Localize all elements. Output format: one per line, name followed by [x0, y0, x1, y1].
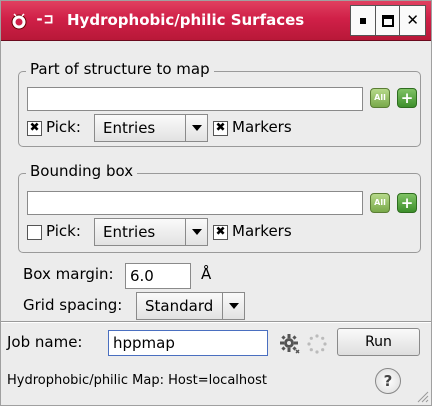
bbox-combo-value: Entries — [103, 223, 156, 241]
window-title: Hydrophobic/philic Surfaces — [67, 11, 305, 29]
gear-icon[interactable] — [279, 333, 301, 355]
structure-group-legend: Part of structure to map — [26, 60, 214, 78]
bbox-all-button[interactable]: All — [370, 193, 390, 213]
grid-spacing-value: Standard — [145, 297, 214, 315]
grid-spacing-combo[interactable]: Standard — [136, 292, 245, 320]
chevron-down-icon — [185, 219, 207, 245]
bounding-box-asl-field[interactable] — [27, 191, 363, 215]
chevron-down-icon — [185, 115, 207, 141]
resize-grip-icon[interactable] — [415, 389, 429, 403]
box-margin-label: Box margin: — [23, 265, 114, 283]
run-button[interactable]: Run — [337, 328, 420, 356]
help-icon: ? — [383, 372, 393, 390]
bbox-pick-checkbox[interactable] — [27, 225, 42, 240]
maximize-button[interactable] — [375, 6, 401, 35]
structure-pick-combo[interactable]: Entries — [94, 114, 208, 142]
structure-pick-label: Pick: — [46, 118, 81, 136]
job-name-label: Job name: — [7, 333, 83, 351]
chevron-down-icon — [222, 293, 244, 319]
hydrophobic-surfaces-window: -⊐ Hydrophobic/philic Surfaces ✕ Part of… — [0, 0, 432, 406]
minimize-button[interactable] — [351, 6, 376, 35]
pin-icon[interactable]: -⊐ — [35, 10, 53, 28]
bbox-markers-label: Markers — [232, 222, 292, 240]
angstrom-unit-label: Å — [201, 265, 212, 283]
spinner-icon — [307, 334, 327, 354]
structure-markers-label: Markers — [232, 118, 292, 136]
title-bar[interactable]: -⊐ Hydrophobic/philic Surfaces ✕ — [1, 1, 431, 41]
structure-markers-checkbox[interactable] — [213, 121, 228, 136]
close-icon: ✕ — [406, 11, 419, 29]
window-controls: ✕ — [350, 5, 426, 36]
box-margin-field[interactable] — [125, 263, 191, 289]
plus-icon: + — [400, 89, 414, 107]
maximize-icon — [381, 14, 394, 27]
app-icon[interactable] — [10, 12, 28, 30]
structure-asl-field[interactable] — [27, 87, 363, 111]
bounding-box-legend: Bounding box — [26, 162, 138, 180]
minimize-icon — [359, 17, 366, 24]
structure-combo-value: Entries — [103, 119, 156, 137]
bbox-pick-combo[interactable]: Entries — [94, 218, 208, 246]
bbox-pick-label: Pick: — [46, 222, 81, 240]
bbox-add-button[interactable]: + — [397, 193, 417, 213]
structure-pick-checkbox[interactable] — [27, 121, 42, 136]
divider-highlight — [1, 322, 431, 323]
close-button[interactable]: ✕ — [400, 6, 425, 35]
help-button[interactable]: ? — [375, 368, 401, 394]
structure-add-button[interactable]: + — [397, 88, 417, 108]
status-text: Hydrophobic/philic Map: Host=localhost — [7, 373, 267, 388]
bbox-markers-checkbox[interactable] — [213, 225, 228, 240]
structure-all-button[interactable]: All — [370, 88, 390, 108]
plus-icon: + — [400, 194, 414, 212]
job-name-field[interactable] — [108, 330, 268, 356]
grid-spacing-label: Grid spacing: — [23, 296, 123, 314]
